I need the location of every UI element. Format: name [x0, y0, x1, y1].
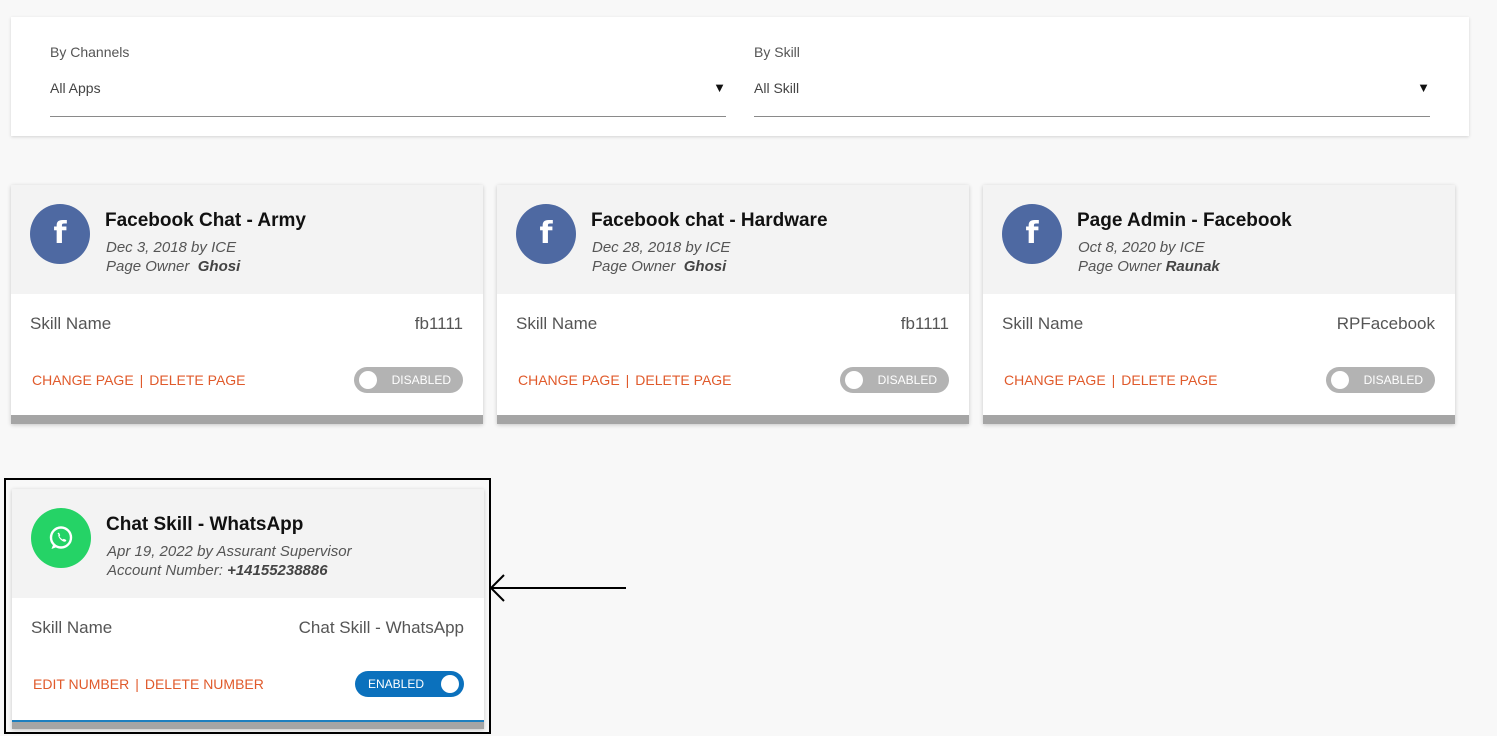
toggle-knob [441, 675, 459, 693]
card-title: Facebook chat - Hardware [591, 210, 828, 231]
owner-value: Raunak [1165, 258, 1220, 275]
channel-card: Chat Skill - WhatsApp Apr 19, 2022 by As… [12, 489, 484, 729]
card-actions: EDIT NUMBER | DELETE NUMBER ENABLED [33, 671, 464, 697]
skill-value: fb1111 [414, 314, 463, 333]
account-number: +14155238886 [227, 562, 328, 579]
skill-select-value: All Skill [754, 80, 800, 96]
toggle-label: DISABLED [391, 373, 451, 387]
change-page-link[interactable]: CHANGE PAGE [1004, 372, 1106, 388]
toggle-label: DISABLED [1363, 373, 1423, 387]
card-header: f Facebook chat - Hardware Dec 28, 2018 … [497, 185, 969, 294]
card-title: Chat Skill - WhatsApp [106, 514, 304, 535]
skill-value: fb1111 [900, 314, 949, 333]
card-actions: CHANGE PAGE | DELETE PAGE DISABLED [1004, 367, 1435, 393]
channels-select[interactable]: All Apps ▼ [50, 72, 726, 117]
status-toggle[interactable]: DISABLED [354, 367, 463, 393]
skill-label: Skill Name [1002, 314, 1084, 333]
card-owner: Page Owner Raunak [1078, 257, 1220, 276]
change-page-link[interactable]: CHANGE PAGE [32, 372, 134, 388]
separator: | [625, 372, 630, 388]
owner-label: Page Owner [106, 258, 190, 275]
skill-row: Skill Name fb1111 [516, 314, 949, 334]
skill-row: Skill Name fb1111 [30, 314, 463, 334]
channels-select-value: All Apps [50, 80, 101, 96]
caret-down-icon: ▼ [1417, 80, 1430, 95]
card-title: Facebook Chat - Army [105, 210, 306, 231]
card-title: Page Admin - Facebook [1077, 210, 1292, 231]
delete-number-link[interactable]: DELETE NUMBER [145, 676, 264, 692]
skill-filter-label: By Skill [754, 44, 800, 60]
delete-page-link[interactable]: DELETE PAGE [635, 372, 731, 388]
card-date: Dec 28, 2018 by ICE [592, 239, 731, 256]
card-meta: Apr 19, 2022 by Assurant Supervisor Acco… [107, 542, 352, 580]
owner-label: Page Owner [592, 258, 676, 275]
card-owner: Page Owner Ghosi [106, 257, 240, 276]
card-header: f Facebook Chat - Army Dec 3, 2018 by IC… [11, 185, 483, 294]
whatsapp-icon [31, 508, 91, 568]
caret-down-icon: ▼ [713, 80, 726, 95]
account-label: Account Number: [107, 562, 223, 579]
card-meta: Oct 8, 2020 by ICE Page Owner Raunak [1078, 238, 1220, 276]
skill-select[interactable]: All Skill ▼ [754, 72, 1430, 117]
card-actions: CHANGE PAGE | DELETE PAGE DISABLED [518, 367, 949, 393]
skill-label: Skill Name [30, 314, 112, 333]
skill-filter: By Skill All Skill ▼ [754, 44, 1430, 117]
card-actions: CHANGE PAGE | DELETE PAGE DISABLED [32, 367, 463, 393]
change-page-link[interactable]: CHANGE PAGE [518, 372, 620, 388]
arrow-left-icon [489, 574, 626, 602]
separator: | [1111, 372, 1116, 388]
action-links: EDIT NUMBER | DELETE NUMBER [33, 676, 264, 692]
card-header: f Page Admin - Facebook Oct 8, 2020 by I… [983, 185, 1455, 294]
channel-card: f Facebook chat - Hardware Dec 28, 2018 … [497, 185, 969, 424]
facebook-icon: f [1002, 204, 1062, 264]
owner-label: Page Owner [1078, 258, 1162, 275]
status-toggle[interactable]: DISABLED [1326, 367, 1435, 393]
channel-card: f Facebook Chat - Army Dec 3, 2018 by IC… [11, 185, 483, 424]
toggle-knob [1331, 371, 1349, 389]
card-account: Account Number: +14155238886 [107, 561, 352, 580]
skill-row: Skill Name RPFacebook [1002, 314, 1435, 334]
toggle-label: DISABLED [877, 373, 937, 387]
toggle-knob [359, 371, 377, 389]
card-owner: Page Owner Ghosi [592, 257, 730, 276]
status-toggle[interactable]: DISABLED [840, 367, 949, 393]
skill-label: Skill Name [31, 618, 113, 637]
facebook-icon: f [516, 204, 576, 264]
skill-value: RPFacebook [1336, 314, 1435, 333]
toggle-knob [845, 371, 863, 389]
delete-page-link[interactable]: DELETE PAGE [149, 372, 245, 388]
skill-label: Skill Name [516, 314, 598, 333]
toggle-label: ENABLED [368, 677, 425, 691]
facebook-icon: f [30, 204, 90, 264]
card-footer-bar [983, 415, 1455, 424]
skill-row: Skill Name Chat Skill - WhatsApp [31, 618, 464, 638]
card-meta: Dec 28, 2018 by ICE Page Owner Ghosi [592, 238, 730, 276]
action-links: CHANGE PAGE | DELETE PAGE [32, 372, 246, 388]
separator: | [135, 676, 139, 692]
skill-value: Chat Skill - WhatsApp [298, 618, 464, 637]
owner-value: Ghosi [197, 258, 241, 275]
channel-card: f Page Admin - Facebook Oct 8, 2020 by I… [983, 185, 1455, 424]
edit-number-link[interactable]: EDIT NUMBER [33, 676, 129, 692]
card-footer-bar [11, 415, 483, 424]
owner-value: Ghosi [683, 258, 727, 275]
channels-filter: By Channels All Apps ▼ [50, 44, 726, 117]
card-footer-bar [12, 720, 484, 729]
card-date: Dec 3, 2018 by ICE [106, 239, 237, 256]
card-date: Apr 19, 2022 by Assurant Supervisor [107, 543, 352, 560]
card-header: Chat Skill - WhatsApp Apr 19, 2022 by As… [12, 489, 484, 598]
action-links: CHANGE PAGE | DELETE PAGE [518, 372, 732, 388]
status-toggle[interactable]: ENABLED [355, 671, 464, 697]
filter-panel: By Channels All Apps ▼ By Skill All Skil… [11, 17, 1469, 136]
channels-filter-label: By Channels [50, 44, 130, 60]
card-meta: Dec 3, 2018 by ICE Page Owner Ghosi [106, 238, 240, 276]
separator: | [139, 372, 144, 388]
card-footer-bar [497, 415, 969, 424]
delete-page-link[interactable]: DELETE PAGE [1121, 372, 1217, 388]
action-links: CHANGE PAGE | DELETE PAGE [1004, 372, 1218, 388]
card-date: Oct 8, 2020 by ICE [1078, 239, 1205, 256]
